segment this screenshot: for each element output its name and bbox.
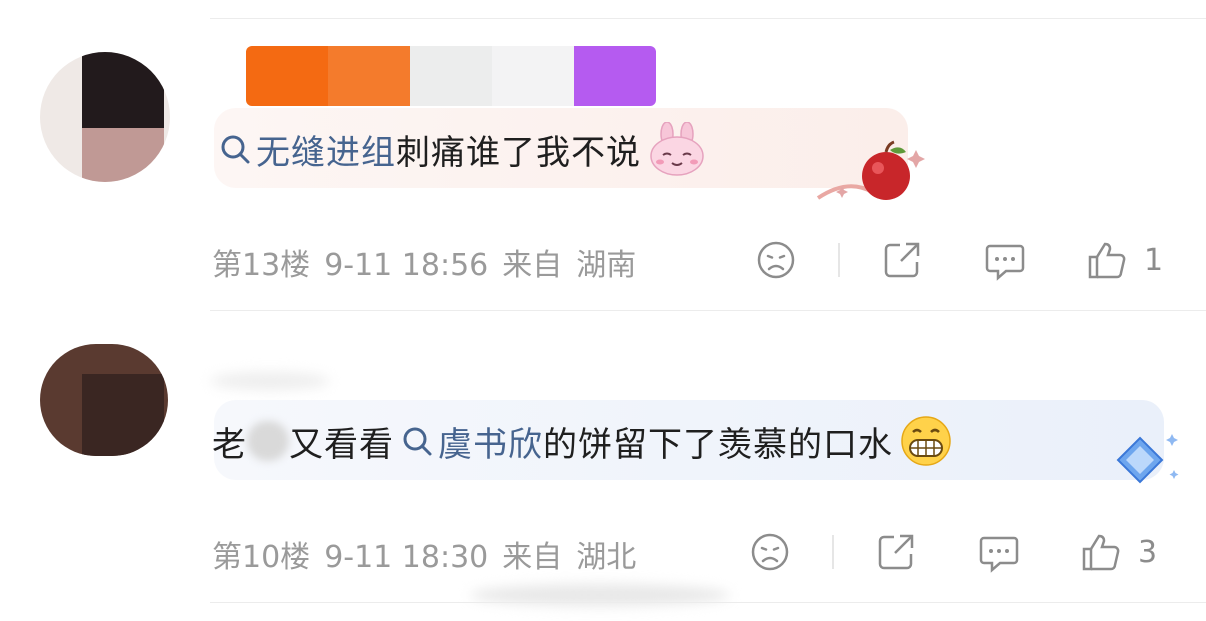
share-icon[interactable] (882, 240, 922, 280)
comment-divider (210, 310, 1206, 311)
comment-text: 无缝进组 刺痛谁了我不说 (218, 122, 707, 176)
action-separator (838, 243, 840, 277)
action-separator (832, 535, 834, 569)
like-button[interactable]: 1 (1086, 240, 1163, 280)
username-censored[interactable] (210, 372, 330, 390)
username-censored[interactable] (246, 46, 656, 106)
timestamp: 9-11 18:30 (324, 540, 489, 575)
bottom-divider (210, 602, 1206, 603)
diamond-sticker-icon (1116, 434, 1179, 484)
avatar[interactable] (40, 52, 170, 182)
comment-text: 老 又看看 虞书欣 的饼留下了羡慕的口水 (212, 416, 953, 466)
text-censor (247, 421, 289, 461)
topic-label[interactable]: 虞书欣 (438, 417, 543, 466)
dislike-icon[interactable] (750, 532, 790, 572)
topic-link[interactable]: 虞书欣 (400, 417, 543, 466)
like-icon (1088, 242, 1126, 279)
from-label: 来自 (502, 540, 563, 575)
topic-label[interactable]: 无缝进组 (256, 125, 396, 174)
top-divider (210, 18, 1206, 19)
avatar-censor (82, 374, 164, 456)
location: 湖北 (576, 540, 637, 575)
search-icon (403, 427, 432, 456)
like-icon (1082, 534, 1120, 571)
avatar[interactable] (40, 344, 168, 456)
comment-meta: 第10楼 9-11 18:30 来自 湖北 (212, 532, 650, 576)
bunny-smile-emoji (650, 122, 704, 176)
comment-body: 又看看 (289, 424, 394, 465)
topic-link[interactable]: 无缝进组 (218, 125, 396, 174)
like-count: 1 (1144, 242, 1164, 278)
comment-body: 的饼留下了羡慕的口水 (543, 424, 893, 465)
apple-sticker-icon (816, 140, 925, 200)
from-label: 来自 (502, 248, 563, 283)
like-count: 3 (1138, 534, 1158, 570)
share-icon[interactable] (876, 532, 916, 572)
floor-number: 第10楼 (212, 540, 311, 575)
like-button[interactable]: 3 (1080, 532, 1157, 572)
floor-number: 第13楼 (212, 248, 311, 283)
comment-meta: 第13楼 9-11 18:56 来自 湖南 (212, 240, 650, 284)
avatar-censor (82, 52, 164, 128)
avatar-censor (82, 128, 164, 182)
timestamp: 9-11 18:56 (324, 248, 489, 283)
search-icon (221, 135, 250, 164)
dislike-icon[interactable] (756, 240, 796, 280)
comment-icon[interactable] (978, 532, 1020, 574)
comment-body: 刺痛谁了我不说 (396, 132, 641, 173)
comment-icon[interactable] (984, 240, 1026, 282)
location: 湖南 (576, 248, 637, 283)
comment-body: 老 (212, 424, 247, 465)
grin-emoji (901, 416, 951, 466)
